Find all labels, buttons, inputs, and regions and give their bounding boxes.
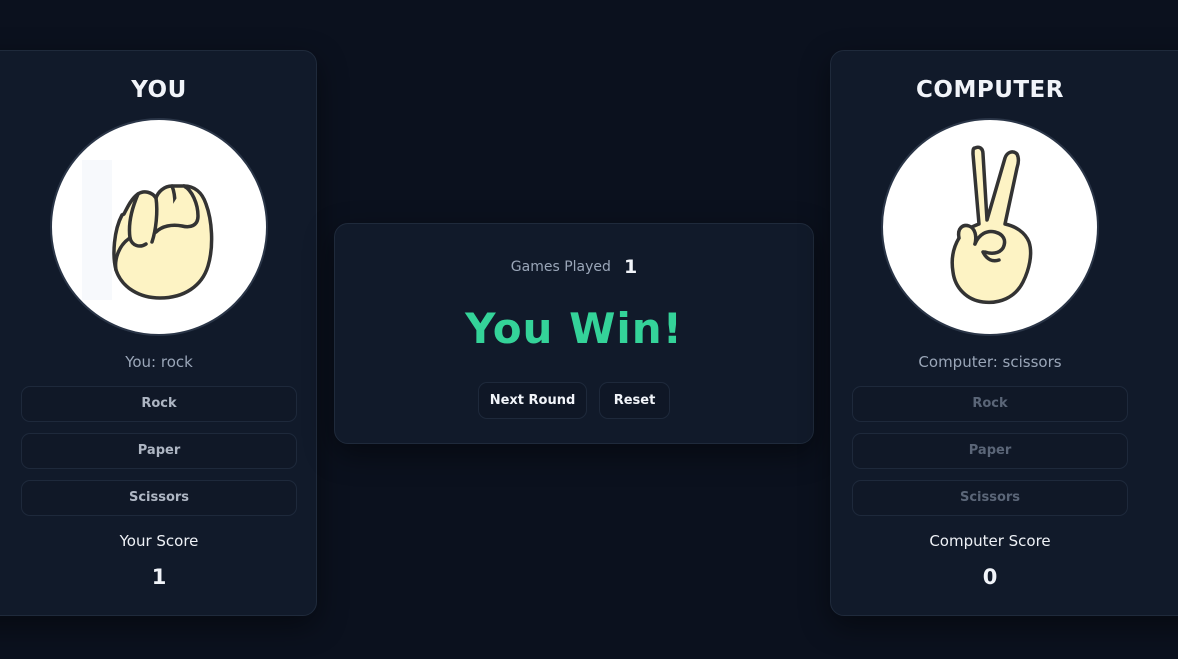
player-score-value: 1 [151,565,167,589]
result-message: You Win! [465,304,683,353]
computer-card: COMPUTER Computer: scissors Rock Paper S… [830,50,1178,616]
result-card: Games Played 1 You Win! Next Round Reset [334,223,814,444]
computer-hand-display [881,118,1099,336]
computer-scissors-button: Scissors [852,480,1128,516]
computer-score-value: 0 [982,565,998,589]
games-played-value: 1 [623,256,638,278]
next-round-button[interactable]: Next Round [478,382,587,419]
player-hand-display [50,118,268,336]
player-score-label: Your Score [119,532,199,550]
game-stage: YOU You: rock Rock Paper Scissors Your S… [0,0,1178,659]
player-title: YOU [131,77,187,103]
reset-button[interactable]: Reset [599,382,670,419]
games-played-row: Games Played 1 [335,256,813,278]
player-paper-button[interactable]: Paper [21,433,297,469]
player-card: YOU You: rock Rock Paper Scissors Your S… [0,50,317,616]
computer-paper-button: Paper [852,433,1128,469]
computer-choice-text: Computer: scissors [918,353,1062,371]
player-scissors-button[interactable]: Scissors [21,480,297,516]
games-played-label: Games Played [510,259,611,275]
player-choice-text: You: rock [125,353,193,371]
rock-fist-icon [82,160,214,300]
player-rock-button[interactable]: Rock [21,386,297,422]
computer-score-label: Computer Score [929,532,1051,550]
computer-rock-button: Rock [852,386,1128,422]
computer-title: COMPUTER [916,77,1064,103]
scissors-hand-icon [950,145,1033,305]
